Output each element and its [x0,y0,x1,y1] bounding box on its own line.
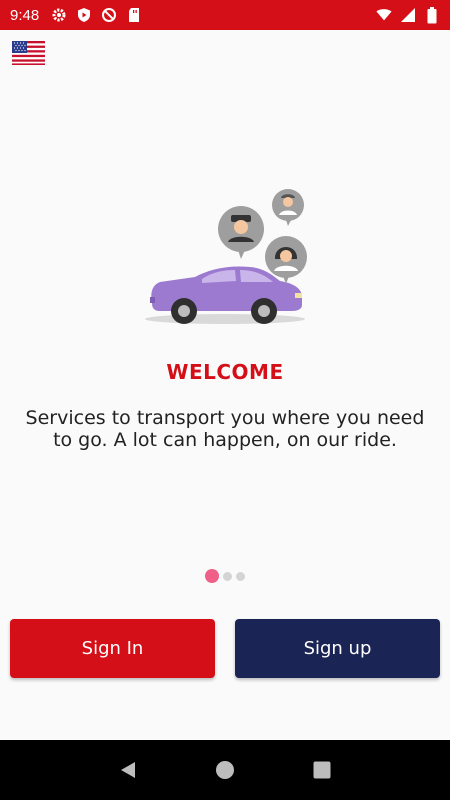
signal-icon [400,7,416,23]
settings-icon [51,7,67,23]
vpn-blocked-icon [101,7,117,23]
pager-dot[interactable] [236,571,245,581]
recents-icon[interactable] [307,755,337,785]
pager-dot[interactable] [223,571,232,581]
welcome-description: Services to transport you where you need… [25,407,425,451]
pager-dot-active[interactable] [205,569,219,583]
back-icon[interactable] [113,755,143,785]
status-time: 9:48 [10,6,40,24]
status-left-icons [51,7,142,23]
status-right-icons [376,6,440,23]
ride-illustration [140,185,310,330]
wifi-icon [376,7,392,23]
shield-play-icon [76,7,92,23]
home-icon[interactable] [210,755,240,785]
status-bar: 9:48 [0,0,450,30]
sd-card-icon [126,7,142,23]
pager-indicator [0,569,450,583]
us-flag-icon[interactable] [12,41,45,65]
sign-in-button[interactable]: Sign In [10,619,215,678]
sign-up-button[interactable]: Sign up [235,619,440,678]
welcome-title: WELCOME [166,360,284,384]
battery-icon [424,6,440,23]
system-nav-bar [0,740,450,800]
